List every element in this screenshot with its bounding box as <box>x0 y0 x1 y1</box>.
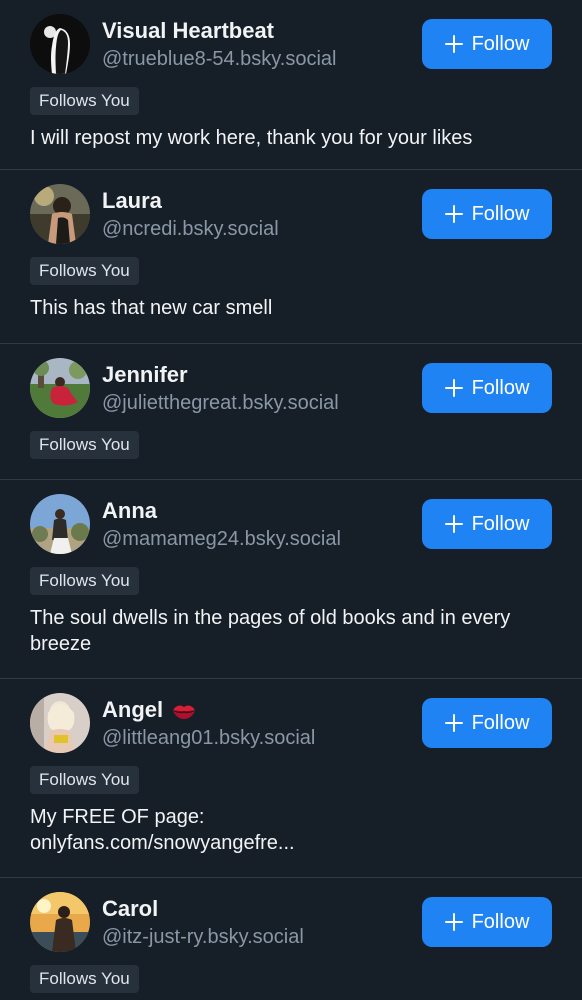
plus-icon <box>444 714 463 732</box>
bio-line: My FREE OF page: <box>30 806 205 828</box>
follow-button[interactable]: Follow <box>422 363 552 413</box>
plus-icon <box>444 35 463 53</box>
list-item[interactable]: Jennifer @julietthegreat.bsky.social Fol… <box>0 344 582 480</box>
follows-you-badge: Follows You <box>30 257 139 285</box>
avatar[interactable] <box>30 693 90 753</box>
follow-button-label: Follow <box>471 711 530 734</box>
bio-text: I will repost my work here, thank you fo… <box>30 127 473 149</box>
avatar[interactable] <box>30 892 90 952</box>
follow-button-label: Follow <box>471 512 530 535</box>
follow-button-label: Follow <box>471 202 530 225</box>
plus-icon <box>444 205 463 223</box>
follow-button[interactable]: Follow <box>422 897 552 947</box>
avatar[interactable] <box>30 14 90 74</box>
list-item[interactable]: Carol @itz-just-ry.bsky.social Follow Fo… <box>0 878 582 1000</box>
follows-you-badge: Follows You <box>30 766 139 794</box>
follow-button[interactable]: Follow <box>422 698 552 748</box>
follow-button[interactable]: Follow <box>422 19 552 69</box>
bio-text: This has that new car smell <box>30 297 273 319</box>
kiss-mark-icon <box>171 700 197 720</box>
display-name-text: Angel <box>102 696 164 722</box>
plus-icon <box>444 515 463 533</box>
follower-list: Visual Heartbeat @trueblue8-54.bsky.soci… <box>0 0 582 1000</box>
follow-button[interactable]: Follow <box>422 189 552 239</box>
list-item[interactable]: Laura @ncredi.bsky.social Follow Follows… <box>0 170 582 344</box>
list-item[interactable]: Angel @littleang01.bsky.social Follow Fo… <box>0 679 582 878</box>
bio-link[interactable]: onlyfans.com/snowyangefre... <box>30 830 542 856</box>
follow-button-label: Follow <box>471 376 530 399</box>
list-item[interactable]: Anna @mamameg24.bsky.social Follow Follo… <box>0 480 582 679</box>
plus-icon <box>444 913 463 931</box>
follow-button-label: Follow <box>471 32 530 55</box>
follows-you-badge: Follows You <box>30 431 139 459</box>
follow-button[interactable]: Follow <box>422 499 552 549</box>
bio-text: My FREE OF page: onlyfans.com/snowyangef… <box>30 804 552 856</box>
avatar[interactable] <box>30 184 90 244</box>
bio-text: The soul dwells in the pages of old book… <box>30 607 511 655</box>
avatar[interactable] <box>30 358 90 418</box>
follows-you-badge: Follows You <box>30 965 139 993</box>
follows-you-badge: Follows You <box>30 87 139 115</box>
follows-you-badge: Follows You <box>30 567 139 595</box>
avatar[interactable] <box>30 494 90 554</box>
follow-button-label: Follow <box>471 910 530 933</box>
plus-icon <box>444 379 463 397</box>
list-item[interactable]: Visual Heartbeat @trueblue8-54.bsky.soci… <box>0 0 582 170</box>
